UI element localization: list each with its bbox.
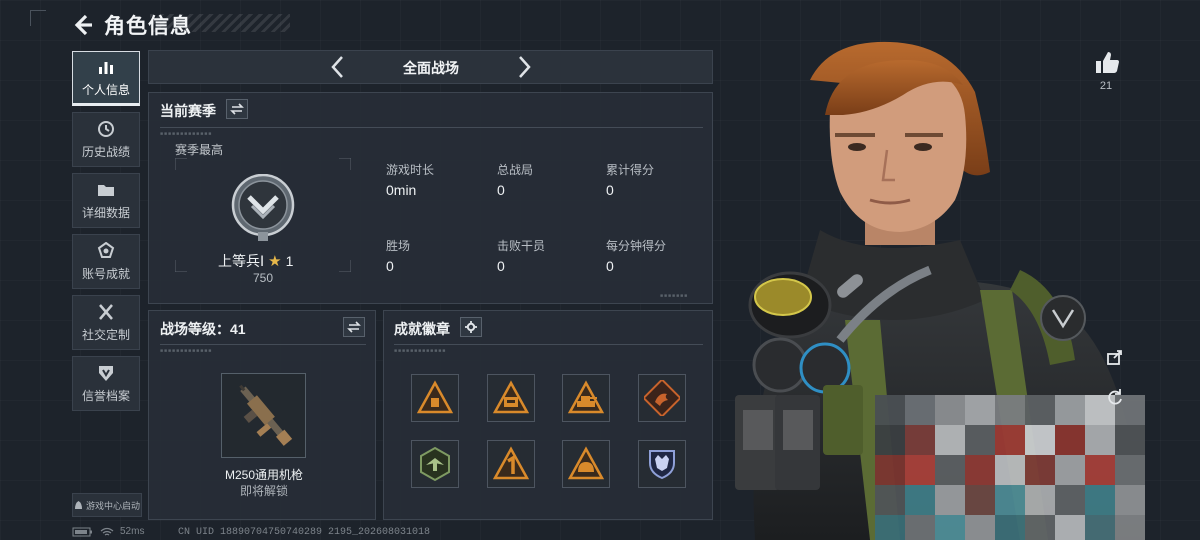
divider [160, 127, 703, 128]
decor-text: ■■■■■■■■■■■■■ [160, 348, 213, 354]
stat-label-kills: 击败干员 [497, 239, 546, 253]
nav-label: 社交定制 [81, 327, 130, 342]
thumbs-up-icon[interactable] [1094, 50, 1120, 76]
share-button[interactable] [1103, 345, 1127, 369]
season-title: 当前赛季 [160, 103, 216, 119]
nav-item-detail-data[interactable]: 详细数据 [72, 173, 140, 228]
star-icon: ★ [268, 253, 282, 270]
vehicle-badge-icon [493, 380, 529, 414]
nav-item-social[interactable]: 社交定制 [72, 295, 140, 350]
achievements-settings-button[interactable] [460, 317, 482, 337]
achievement-badge-2[interactable] [487, 374, 535, 422]
decor-text: ■■■■■■■ [660, 293, 689, 299]
game-center-label: 游戏中心启动 [85, 500, 140, 511]
stat-value-total-matches: 0 [497, 182, 505, 198]
swap-icon [347, 321, 361, 333]
page-title: 角色信息 [104, 15, 192, 38]
eagle-badge-icon [420, 446, 450, 482]
stat-label-score-per-minute: 每分钟得分 [606, 239, 667, 253]
clock-icon [98, 120, 114, 137]
achievements-title: 成就徽章 [394, 321, 450, 337]
nav-item-history[interactable]: 历史战绩 [72, 112, 140, 167]
divider [394, 344, 703, 345]
decor-text: ■■■■■■■■■■■■■ [160, 131, 213, 137]
nav-label: 个人信息 [81, 82, 130, 97]
launch-icon [74, 501, 82, 509]
machine-gun-icon [239, 384, 293, 446]
game-center-launch-button[interactable]: 游戏中心启动 [72, 493, 142, 517]
chevron-right-icon[interactable] [512, 52, 536, 82]
stat-value-total-score: 0 [606, 182, 614, 198]
divider [160, 344, 366, 345]
rotate-icon [1108, 389, 1122, 405]
status-bar: 52ms [72, 526, 144, 537]
stat-value-kills: 0 [497, 258, 505, 274]
chevron-left-icon[interactable] [326, 52, 350, 82]
stat-label-total-matches: 总战局 [497, 163, 534, 177]
stat-label-wins: 胜场 [386, 239, 411, 253]
stat-value-wins: 0 [386, 258, 394, 274]
stat-value-playtime: 0min [386, 182, 417, 198]
battlefield-switch-button[interactable] [343, 317, 365, 337]
rank-name: 上等兵Ⅰ [218, 253, 265, 269]
nav-label: 详细数据 [81, 205, 130, 220]
nav-label: 账号成就 [81, 266, 130, 281]
achievement-badge-8[interactable] [638, 440, 686, 488]
nav-item-achievements[interactable]: 账号成就 [72, 234, 140, 289]
folder-icon [98, 184, 114, 196]
bar-chart-icon [99, 61, 113, 74]
wifi-icon [100, 527, 114, 535]
battery-icon [72, 527, 92, 536]
nav-item-personal-info[interactable]: 个人信息 [72, 51, 140, 106]
rank-points: 750 [252, 271, 274, 285]
achievement-badge-3[interactable] [562, 374, 610, 422]
achievement-badge-5[interactable] [411, 440, 459, 488]
rotate-button[interactable] [1103, 385, 1127, 409]
battlefield-level-title: 战场等级：41 [160, 321, 246, 337]
back-button[interactable] [70, 12, 96, 38]
achievement-badge-7[interactable] [562, 440, 610, 488]
wolf-shield-badge-icon [649, 450, 675, 480]
helmet-badge-icon [568, 446, 604, 480]
rank-stars: 1 [285, 253, 294, 269]
corner-mark [30, 10, 46, 26]
share-icon [1107, 350, 1122, 365]
tank-badge-icon [568, 380, 604, 414]
tools-icon [99, 303, 113, 320]
medal-icon [97, 241, 115, 258]
season-switch-button[interactable] [226, 99, 248, 119]
weapon-name: M250通用机枪 [224, 468, 304, 482]
nav-label: 信誉档案 [81, 388, 130, 403]
mode-title: 全面战场 [403, 60, 459, 76]
character-portrait [735, 41, 1145, 540]
swap-icon [230, 103, 244, 115]
achievement-badge-1[interactable] [411, 374, 459, 422]
dragon-badge-icon [644, 380, 680, 416]
season-best-label: 赛季最高 [175, 143, 224, 157]
weapon-status: 即将解锁 [239, 484, 288, 498]
tent-badge-icon [417, 380, 453, 414]
rank-one-badge-icon [493, 446, 529, 480]
rank-emblem-icon [231, 174, 295, 241]
like-count: 21 [1099, 80, 1113, 92]
achievement-badge-6[interactable] [487, 440, 535, 488]
uid-text: CN UID 18890704750740289 2195_2026080310… [178, 527, 431, 538]
ping-value: 52ms [120, 526, 145, 537]
gear-icon [465, 321, 477, 333]
achievement-badge-4[interactable] [638, 374, 686, 422]
stat-value-score-per-minute: 0 [606, 258, 614, 274]
nav-label: 历史战绩 [81, 144, 130, 159]
stat-label-total-score: 累计得分 [606, 163, 655, 177]
rank-name-row: 上等兵Ⅰ ★ 1 [218, 251, 293, 271]
stat-label-playtime: 游戏时长 [386, 163, 435, 177]
weapon-card[interactable] [221, 373, 306, 458]
shield-icon [99, 365, 113, 381]
nav-item-reputation[interactable]: 信誉档案 [72, 356, 140, 411]
decor-text: ■■■■■■■■■■■■■ [394, 348, 447, 354]
